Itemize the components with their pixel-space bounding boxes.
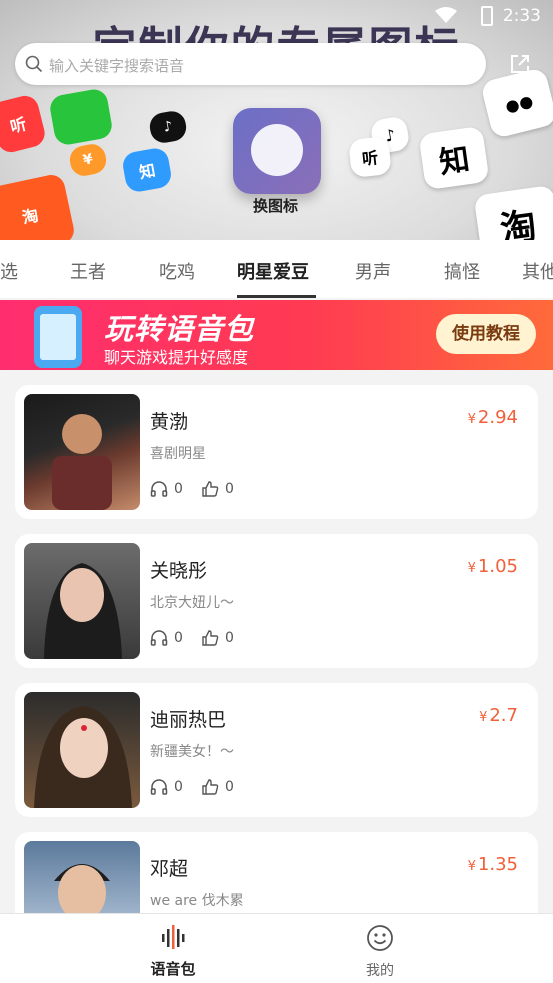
promo-banner[interactable]: 玩转语音包 聊天游戏提升好感度 使用教程 (0, 300, 553, 370)
search-icon (25, 55, 43, 73)
money-icon: ¥ (67, 141, 109, 179)
promo-title: 玩转语音包 (104, 312, 255, 346)
listen-count: 0 (150, 629, 183, 647)
headphones-icon (150, 779, 168, 795)
card-name: 黄渤 (150, 411, 189, 433)
share-icon[interactable] (508, 52, 532, 76)
voice-pack-card[interactable]: 关晓彤 北京大妞儿～ ¥1.05 0 0 (15, 534, 538, 668)
nav-voice-packs-label: 语音包 (150, 960, 196, 978)
card-name: 迪丽热巴 (150, 709, 227, 731)
tab-funny[interactable]: 搞怪 (444, 258, 480, 284)
listen-count: 0 (150, 778, 183, 796)
status-bar: 2:33 (0, 0, 553, 32)
hero-banner: 定制你的专属图标 淘 听 ¥ ♪ 知 ♪ 听 知 ●● 淘 换图标 2:33 输… (0, 0, 553, 240)
change-icon-label: 换图标 (253, 197, 299, 215)
like-count[interactable]: 0 (201, 778, 234, 796)
battery-icon (481, 6, 493, 26)
card-price: ¥1.35 (467, 854, 518, 875)
like-count[interactable]: 0 (201, 629, 234, 647)
card-price: ¥2.94 (467, 407, 518, 428)
taobao-icon: 淘 (0, 172, 77, 240)
thumbs-up-icon (202, 779, 219, 795)
card-description: 喜剧明星 (150, 446, 206, 462)
card-name: 关晓彤 (150, 560, 208, 582)
wechat-icon (48, 87, 114, 147)
voice-pack-card[interactable]: 迪丽热巴 新疆美女！～ ¥2.7 0 0 (15, 683, 538, 817)
change-icon-app-tile (233, 108, 321, 194)
tab-celebrity[interactable]: 明星爱豆 (237, 258, 309, 284)
tab-chiji[interactable]: 吃鸡 (159, 258, 195, 284)
tab-other[interactable]: 其他 (522, 258, 553, 284)
nav-voice-packs[interactable]: 语音包 (133, 924, 213, 979)
active-tab-indicator (237, 295, 316, 298)
wechat-icon-right: ●● (479, 66, 553, 140)
category-tabs: 选 王者 吃鸡 明星爱豆 男声 搞怪 其他 (0, 240, 553, 298)
phone-illustration-icon (34, 306, 82, 368)
promo-subtitle: 聊天游戏提升好感度 (104, 348, 249, 367)
tutorial-button[interactable]: 使用教程 (436, 314, 536, 354)
tab-male-voice[interactable]: 男声 (355, 258, 391, 284)
card-description: we are 伐木累 (150, 893, 244, 909)
nav-mine-label: 我的 (366, 963, 394, 979)
status-time: 2:33 (502, 6, 541, 26)
search-bar[interactable]: 输入关键字搜索语音 (15, 43, 486, 85)
like-count[interactable]: 0 (201, 480, 234, 498)
listen-count: 0 (150, 480, 183, 498)
taobao-icon-right: 淘 (473, 184, 553, 240)
voice-pack-card[interactable]: 黄渤 喜剧明星 ¥2.94 0 0 (15, 385, 538, 519)
avatar (24, 394, 140, 510)
thumbs-up-icon (202, 481, 219, 497)
zhihu-icon: 听 (0, 92, 48, 156)
card-description: 北京大妞儿～ (150, 595, 234, 611)
headphones-icon (150, 481, 168, 497)
avatar (24, 543, 140, 659)
tiktok-icon: ♪ (147, 109, 189, 145)
wifi-icon (435, 7, 457, 23)
bottom-navigation: 语音包 我的 (0, 913, 553, 983)
search-placeholder: 输入关键字搜索语音 (49, 57, 185, 75)
zhi-icon-right: 知 (418, 125, 490, 191)
ting-icon: 听 (348, 136, 392, 178)
sound-wave-icon (162, 925, 185, 949)
card-description: 新疆美女！～ (150, 744, 234, 760)
thumbs-up-icon (202, 630, 219, 646)
card-price: ¥1.05 (467, 556, 518, 577)
tab-wangzhe[interactable]: 王者 (70, 258, 106, 284)
smiley-icon (367, 925, 393, 951)
tab-featured[interactable]: 选 (0, 258, 18, 284)
zhi-icon: 知 (120, 146, 174, 194)
avatar (24, 692, 140, 808)
card-name: 邓超 (150, 858, 189, 880)
card-price: ¥2.7 (479, 705, 518, 726)
nav-mine[interactable]: 我的 (340, 924, 420, 980)
headphones-icon (150, 630, 168, 646)
